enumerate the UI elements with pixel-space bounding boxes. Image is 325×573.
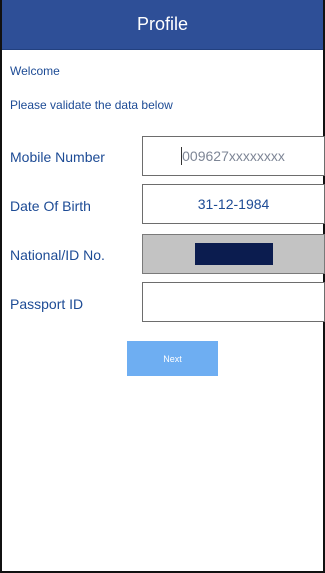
national-id-field	[142, 234, 325, 274]
passport-id-field-box	[142, 282, 325, 322]
date-of-birth-value: 31-12-1984	[197, 196, 270, 212]
redacted-value-block	[194, 243, 273, 265]
text-caret	[181, 147, 182, 165]
mobile-number-label: Mobile Number	[10, 149, 105, 165]
mobile-number-field-box	[142, 136, 325, 176]
national-id-label: National/ID No.	[10, 247, 105, 263]
app-screen: Profile Welcome Please validate the data…	[0, 0, 325, 573]
date-of-birth-field[interactable]: 31-12-1984	[142, 184, 325, 224]
mobile-number-input[interactable]	[143, 137, 324, 175]
instructions-text: Please validate the data below	[10, 98, 173, 112]
date-of-birth-label: Date Of Birth	[10, 198, 91, 214]
app-header: Profile	[2, 0, 323, 50]
next-button[interactable]: Next	[127, 341, 218, 376]
passport-id-input[interactable]	[143, 283, 324, 321]
passport-id-label: Passport ID	[10, 296, 84, 312]
page-title: Profile	[136, 14, 189, 34]
welcome-text: Welcome	[10, 64, 60, 78]
